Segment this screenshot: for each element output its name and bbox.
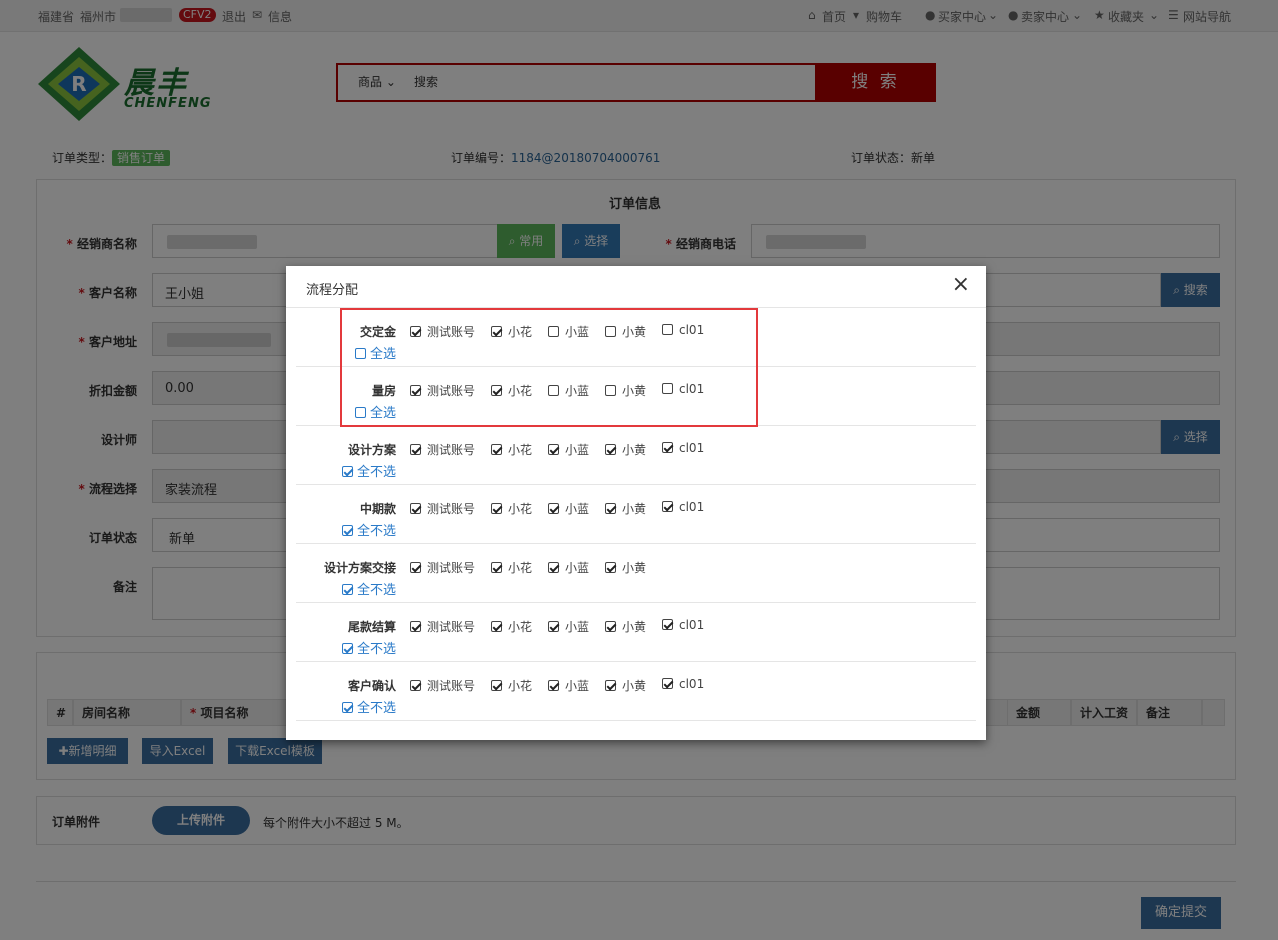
assignee-checkbox[interactable]: 测试账号 <box>410 500 475 517</box>
assignee-checkbox[interactable]: 小黄 <box>605 677 646 694</box>
flow-step-name: 设计方案 <box>347 443 396 457</box>
checkbox-icon <box>548 680 559 691</box>
highlight-box <box>340 308 758 427</box>
flow-step-name: 尾款结算 <box>347 620 396 634</box>
assignee-checkbox[interactable]: 小花 <box>491 500 532 517</box>
close-icon[interactable]: × <box>952 274 970 296</box>
assignee-checkbox[interactable]: 小蓝 <box>548 677 589 694</box>
modal-title: 流程分配 <box>306 283 359 298</box>
assignee-checkbox[interactable]: 小黄 <box>605 559 646 576</box>
assignee-checkbox[interactable]: 小蓝 <box>548 618 589 635</box>
checkbox-icon <box>491 562 502 573</box>
checkbox-icon <box>341 466 353 477</box>
assignee-checkbox[interactable]: cl01 <box>662 677 704 691</box>
checkbox-icon <box>605 503 616 514</box>
toggle-all-link[interactable]: 全不选 <box>341 461 396 480</box>
assignee-checkbox[interactable]: 测试账号 <box>410 618 475 635</box>
checkbox-icon <box>662 501 673 512</box>
assignee-checkbox[interactable]: 小花 <box>491 677 532 694</box>
checkbox-icon <box>605 562 616 573</box>
assignee-checkbox[interactable]: 小蓝 <box>548 500 589 517</box>
checkbox-icon <box>410 503 421 514</box>
checkbox-icon <box>341 702 353 713</box>
checkbox-icon <box>341 584 353 595</box>
checkbox-icon <box>605 444 616 455</box>
checkbox-icon <box>341 525 353 536</box>
checkbox-icon <box>548 503 559 514</box>
checkbox-icon <box>491 503 502 514</box>
flow-step-name: 中期款 <box>359 502 396 516</box>
assignee-checkbox[interactable]: 测试账号 <box>410 441 475 458</box>
checkbox-icon <box>341 643 353 654</box>
assignee-checkbox[interactable]: 小黄 <box>605 618 646 635</box>
assignee-checkbox[interactable]: 测试账号 <box>410 677 475 694</box>
flow-assign-modal: 流程分配 × 交定金 全选 测试账号 小花 小蓝 小黄 cl01 量房 全选 测试账号 小花 小蓝 小黄… <box>286 266 986 740</box>
assignee-checkbox[interactable]: cl01 <box>662 500 704 514</box>
checkbox-icon <box>662 442 673 453</box>
flow-row: 客户确认全不选 测试账号 小花 小蓝 小黄 cl01 <box>296 662 976 721</box>
assignee-checkbox[interactable]: 小花 <box>491 441 532 458</box>
checkbox-icon <box>491 621 502 632</box>
checkbox-icon <box>410 621 421 632</box>
assignee-checkbox[interactable]: 小蓝 <box>548 441 589 458</box>
assignee-checkbox[interactable]: 测试账号 <box>410 559 475 576</box>
flow-row: 设计方案全不选 测试账号 小花 小蓝 小黄 cl01 <box>296 426 976 485</box>
assignee-checkbox[interactable]: 小黄 <box>605 441 646 458</box>
checkbox-icon <box>410 680 421 691</box>
assignee-checkbox[interactable]: 小花 <box>491 559 532 576</box>
checkbox-icon <box>491 680 502 691</box>
assignee-checkbox[interactable]: 小花 <box>491 618 532 635</box>
flow-step-name: 客户确认 <box>347 679 396 693</box>
checkbox-icon <box>410 444 421 455</box>
flow-row: 尾款结算全不选 测试账号 小花 小蓝 小黄 cl01 <box>296 603 976 662</box>
checkbox-icon <box>491 444 502 455</box>
assignee-checkbox[interactable]: 小黄 <box>605 500 646 517</box>
toggle-all-link[interactable]: 全不选 <box>341 638 396 657</box>
flow-row: 中期款全不选 测试账号 小花 小蓝 小黄 cl01 <box>296 485 976 544</box>
flow-step-name: 设计方案交接 <box>323 561 396 575</box>
checkbox-icon <box>662 619 673 630</box>
checkbox-icon <box>548 562 559 573</box>
assignee-checkbox[interactable]: cl01 <box>662 618 704 632</box>
checkbox-icon <box>605 621 616 632</box>
checkbox-icon <box>548 621 559 632</box>
checkbox-icon <box>548 444 559 455</box>
assignee-checkbox[interactable]: 小蓝 <box>548 559 589 576</box>
modal-header: 流程分配 × <box>286 266 986 308</box>
toggle-all-link[interactable]: 全不选 <box>341 520 396 539</box>
assignee-checkbox[interactable]: cl01 <box>662 441 704 455</box>
checkbox-icon <box>662 678 673 689</box>
checkbox-icon <box>605 680 616 691</box>
checkbox-icon <box>410 562 421 573</box>
flow-row: 设计方案交接全不选 测试账号 小花 小蓝 小黄 <box>296 544 976 603</box>
toggle-all-link[interactable]: 全不选 <box>341 579 396 598</box>
toggle-all-link[interactable]: 全不选 <box>341 697 396 716</box>
